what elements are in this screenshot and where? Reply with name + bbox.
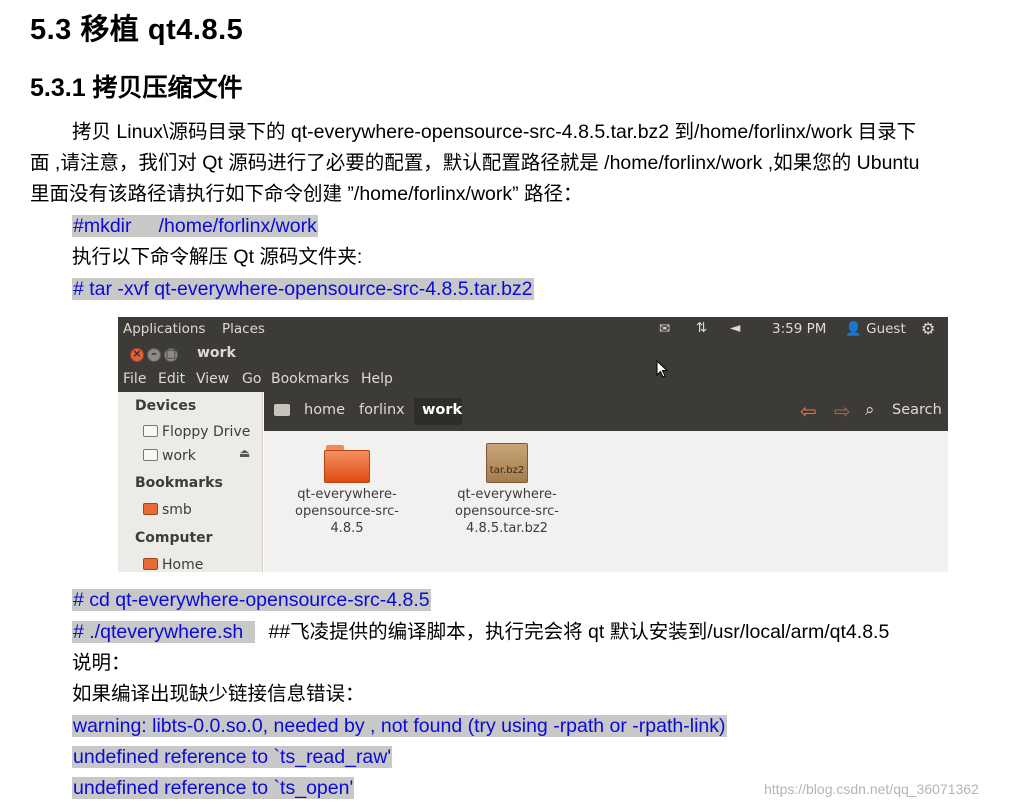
sidebar-heading-devices: Devices — [135, 398, 197, 414]
section-heading: 5.3 移植 qt4.8.5 — [30, 14, 244, 46]
sidebar-item-label: Home — [162, 557, 204, 572]
mouse-cursor-icon — [656, 360, 668, 378]
file-label-line: qt-everywhere- — [457, 487, 557, 502]
close-icon: × — [132, 347, 142, 360]
close-button[interactable]: × — [130, 347, 144, 362]
error-line-3: undefined reference to `ts_open' — [72, 775, 355, 801]
sidebar: Devices Floppy Drive work ⏏ Bookmarks sm… — [118, 392, 263, 572]
window-titlebar: × – □ work — [118, 342, 948, 367]
menu-bar: File Edit View Go Bookmarks Help — [118, 367, 948, 392]
sidebar-item-label: work — [162, 448, 196, 464]
menu-bookmarks[interactable]: Bookmarks — [271, 371, 349, 387]
top-panel: Applications Places ✉ ⇅ ◄ 3:59 PM 👤 Gues… — [118, 317, 948, 342]
explain-label: 说明： — [72, 652, 131, 674]
minimize-icon: – — [151, 347, 157, 360]
archive-badge: tar.bz2 — [489, 465, 525, 476]
file-label-line: opensource-src- — [455, 504, 559, 519]
window-title: work — [197, 345, 236, 361]
watermark: https://blog.csdn.net/qq_36071362 — [764, 781, 979, 797]
menu-file[interactable]: File — [123, 371, 146, 387]
file-label-folder[interactable]: qt-everywhere- opensource-src- 4.8.5 — [277, 486, 417, 537]
home-icon — [143, 558, 158, 570]
path-bar: home forlinx work ⇦ ⇨ ⌕ Search — [264, 392, 948, 431]
menu-view[interactable]: View — [196, 371, 229, 387]
file-label-line: 4.8.5.tar.bz2 — [466, 521, 548, 536]
eject-icon[interactable]: ⏏ — [239, 446, 250, 460]
error-message: undefined reference to `ts_open' — [72, 777, 355, 799]
sidebar-item-smb[interactable]: smb — [143, 502, 192, 518]
gear-icon[interactable]: ⚙ — [921, 319, 935, 338]
paragraph-line-2: 面 ,请注意，我们对 Qt 源码进行了必要的配置，默认配置路径就是 /home/… — [30, 152, 920, 174]
error-line-2: undefined reference to `ts_read_raw' — [72, 744, 393, 770]
file-manager-screenshot: Applications Places ✉ ⇅ ◄ 3:59 PM 👤 Gues… — [118, 317, 948, 572]
mkdir-command: #mkdir /home/forlinx/work — [72, 215, 318, 237]
path-segment-forlinx[interactable]: forlinx — [359, 402, 405, 418]
floppy-icon — [143, 425, 158, 437]
sidebar-heading-bookmarks: Bookmarks — [135, 475, 223, 491]
applications-menu[interactable]: Applications — [123, 321, 205, 337]
mail-icon[interactable]: ✉ — [659, 321, 670, 337]
search-button[interactable]: Search — [892, 402, 942, 418]
path-segment-home[interactable]: home — [304, 402, 345, 418]
sidebar-item-label: smb — [162, 502, 192, 518]
script-command: # ./qteverywhere.sh — [72, 621, 256, 643]
folder-icon[interactable] — [324, 445, 370, 483]
clock[interactable]: 3:59 PM — [772, 321, 826, 337]
network-folder-icon — [143, 503, 158, 515]
menu-edit[interactable]: Edit — [158, 371, 185, 387]
user-name: Guest — [866, 321, 906, 337]
tar-command-line: # tar -xvf qt-everywhere-opensource-src-… — [72, 276, 534, 302]
back-arrow-icon[interactable]: ⇦ — [800, 399, 817, 423]
paragraph-line-1: 拷贝 Linux\源码目录下的 qt-everywhere-opensource… — [72, 121, 917, 143]
paragraph-line-3: 里面没有该路径请执行如下命令创建 ”/home/forlinx/work” 路径… — [30, 183, 583, 205]
user-menu[interactable]: 👤 Guest — [845, 321, 906, 337]
script-command-line: # ./qteverywhere.sh ##飞凌提供的编译脚本，执行完会将 qt… — [72, 619, 889, 645]
cd-command: # cd qt-everywhere-opensource-src-4.8.5 — [72, 589, 431, 611]
drive-icon[interactable] — [274, 404, 290, 416]
sidebar-item-floppy[interactable]: Floppy Drive — [143, 424, 250, 440]
volume-icon[interactable]: ◄ — [730, 320, 740, 336]
menu-go[interactable]: Go — [242, 371, 261, 387]
menu-help[interactable]: Help — [361, 371, 393, 387]
extract-instruction: 执行以下命令解压 Qt 源码文件夹: — [72, 246, 363, 268]
file-view: qt-everywhere- opensource-src- 4.8.5 tar… — [264, 431, 948, 572]
file-label-line: opensource-src- — [295, 504, 399, 519]
error-message: undefined reference to `ts_read_raw' — [72, 746, 393, 768]
script-note: ##飞凌提供的编译脚本，执行完会将 qt 默认安装到/usr/local/arm… — [268, 621, 890, 643]
sidebar-item-work[interactable]: work — [143, 448, 196, 464]
file-label-line: 4.8.5 — [330, 521, 364, 536]
drive-icon — [143, 449, 158, 461]
file-label-line: qt-everywhere- — [297, 487, 397, 502]
error-intro: 如果编译出现缺少链接信息错误： — [72, 683, 365, 705]
error-line-1: warning: libts-0.0.so.0, needed by , not… — [72, 713, 727, 739]
tar-command: # tar -xvf qt-everywhere-opensource-src-… — [72, 278, 534, 300]
mkdir-command-line: #mkdir /home/forlinx/work — [72, 213, 318, 239]
cd-command-line: # cd qt-everywhere-opensource-src-4.8.5 — [72, 587, 431, 613]
maximize-icon: □ — [165, 347, 177, 360]
sidebar-item-label: Floppy Drive — [162, 424, 251, 440]
places-menu[interactable]: Places — [222, 321, 265, 337]
subsection-heading: 5.3.1 拷贝压缩文件 — [30, 74, 243, 102]
search-icon[interactable]: ⌕ — [865, 400, 875, 420]
error-message: warning: libts-0.0.so.0, needed by , not… — [72, 715, 727, 737]
archive-icon[interactable]: tar.bz2 — [486, 443, 528, 483]
sidebar-item-home[interactable]: Home — [143, 557, 203, 572]
forward-arrow-icon[interactable]: ⇨ — [834, 399, 851, 423]
file-label-archive[interactable]: qt-everywhere- opensource-src- 4.8.5.tar… — [437, 486, 577, 537]
path-segment-work[interactable]: work — [414, 398, 462, 425]
sidebar-heading-computer: Computer — [135, 530, 213, 546]
minimize-button[interactable]: – — [147, 347, 161, 362]
network-icon[interactable]: ⇅ — [696, 320, 707, 336]
maximize-button[interactable]: □ — [164, 347, 178, 362]
